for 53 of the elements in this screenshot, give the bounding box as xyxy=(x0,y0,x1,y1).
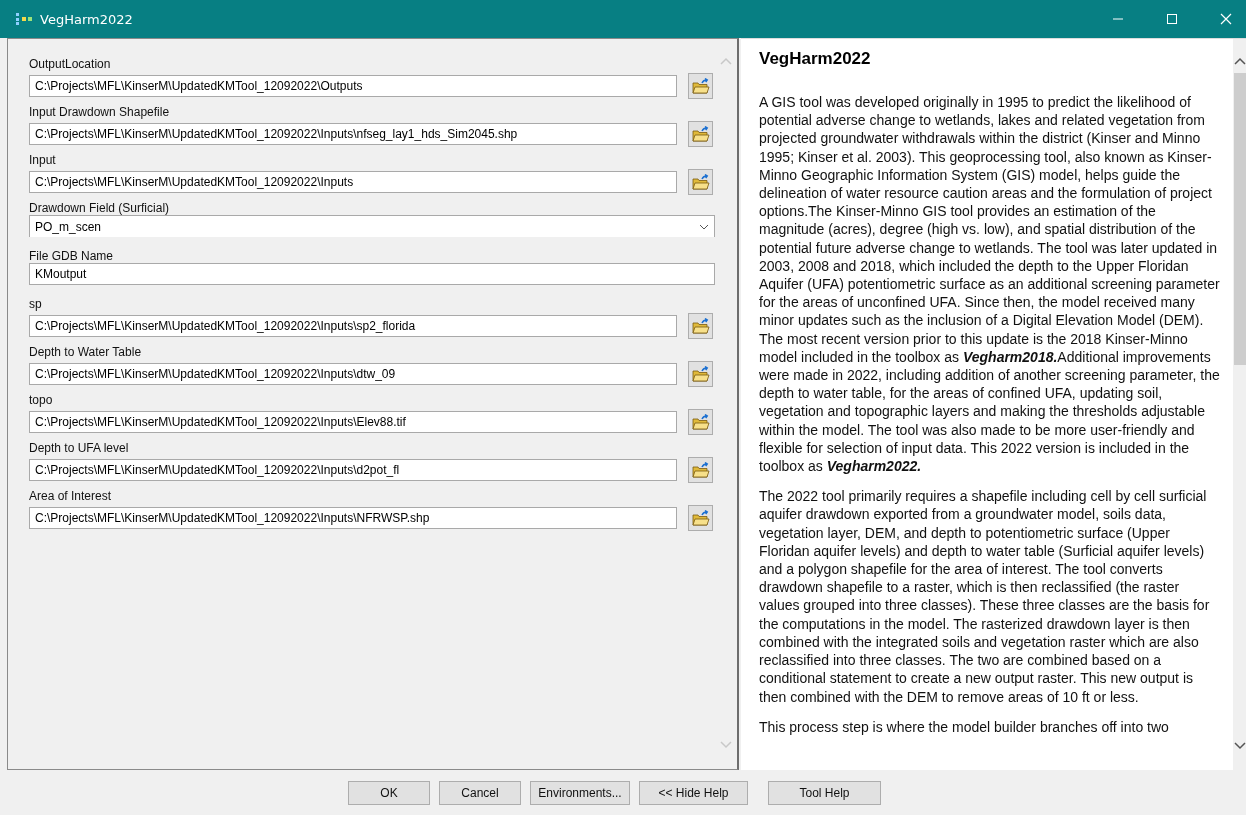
path-field[interactable]: C:\Projects\MFL\KinserM\UpdatedKMTool_12092022\Inputs\Elev88.tif xyxy=(29,411,677,433)
folder-icon xyxy=(691,126,710,142)
text-field[interactable]: KMoutput xyxy=(29,263,715,285)
parameter-label: sp xyxy=(29,296,43,313)
folder-icon xyxy=(691,174,710,190)
scroll-thumb[interactable] xyxy=(1234,73,1246,365)
parameter-label: Depth to UFA level xyxy=(29,440,130,457)
parameter-label: Drawdown Field (Surficial) xyxy=(29,200,171,215)
folder-icon xyxy=(691,366,710,382)
path-field[interactable]: C:\Projects\MFL\KinserM\UpdatedKMTool_12092022\Inputs\NFRWSP.shp xyxy=(29,507,677,529)
folder-icon xyxy=(691,414,710,430)
help-paragraph: The 2022 tool primarily requires a shapefile including cell by cell surficial aquifer drawdown exported from a groundwater model, soils data, vegetation layer, DEM, and depth to potentiometric surface (Upper Floridan aquifer levels) and depth to water table (Surficial aquifer levels) and a polygon shapefile for the area of interest. The tool converts drawdown shapefile to a raster, which is then reclassified (the raster values grouped into three classes). These three classes are the basis for the computations in the model. The rasterized drawdown layer is then combined with the integrated soils and vegetation raster which are also reclassified into three classes. The two are combined based on a conditional statement to create a new output raster. This new output is then combined with the DEM to remove areas of 10 ft or less. xyxy=(759,487,1211,706)
help-paragraph: This process step is where the model builder branches off into two xyxy=(759,717,1170,736)
dialog-button[interactable]: << Hide Help xyxy=(639,780,748,805)
maximize-icon[interactable] xyxy=(1166,13,1178,25)
close-icon[interactable] xyxy=(1220,13,1232,25)
dialog-button[interactable]: Environments... xyxy=(530,780,630,805)
path-field[interactable]: C:\Projects\MFL\KinserM\UpdatedKMTool_12092022\Inputs\d2pot_fl xyxy=(29,459,677,481)
tool-help-button[interactable]: Tool Help xyxy=(768,780,881,805)
parameter-label: OutputLocation xyxy=(29,56,112,73)
parameter-label: Area of Interest xyxy=(29,488,113,505)
path-field[interactable]: C:\Projects\MFL\KinserM\UpdatedKMTool_12092022\Inputs\sp2_florida xyxy=(29,315,677,337)
dialog-button[interactable]: Cancel xyxy=(439,780,521,805)
browse-button[interactable] xyxy=(688,313,713,339)
scroll-down-icon[interactable] xyxy=(1234,742,1246,750)
chevron-down-icon xyxy=(699,223,709,230)
folder-icon xyxy=(691,462,710,478)
parameter-label: topo xyxy=(29,392,54,409)
browse-button[interactable] xyxy=(688,457,713,483)
browse-button[interactable] xyxy=(688,121,713,147)
browse-button[interactable] xyxy=(688,73,713,99)
parameter-label: Depth to Water Table xyxy=(29,344,143,361)
path-field[interactable]: C:\Projects\MFL\KinserM\UpdatedKMTool_12092022\Inputs\dtw_09 xyxy=(29,363,677,385)
path-field[interactable]: C:\Projects\MFL\KinserM\UpdatedKMTool_12092022\Outputs xyxy=(29,75,677,97)
path-field[interactable]: C:\Projects\MFL\KinserM\UpdatedKMTool_12092022\Inputs\nfseg_lay1_hds_Sim2045.shp xyxy=(29,123,677,145)
browse-button[interactable] xyxy=(688,169,713,195)
browse-button[interactable] xyxy=(688,361,713,387)
help-title: VegHarm2022 xyxy=(759,49,872,69)
dropdown[interactable]: PO_m_scen xyxy=(29,215,715,237)
folder-icon xyxy=(691,510,710,526)
parameter-label: File GDB Name xyxy=(29,248,115,263)
path-field[interactable]: C:\Projects\MFL\KinserM\UpdatedKMTool_12092022\Inputs xyxy=(29,171,677,193)
parameter-label: Input xyxy=(29,152,57,169)
scroll-up-icon[interactable] xyxy=(1234,57,1246,65)
folder-icon xyxy=(691,318,710,334)
app-icon xyxy=(16,13,32,25)
browse-button[interactable] xyxy=(688,505,713,531)
window-title: VegHarm2022 xyxy=(40,11,133,27)
folder-icon xyxy=(691,78,710,94)
parameter-label: Input Drawdown Shapefile xyxy=(29,104,171,121)
dialog-button[interactable]: OK xyxy=(348,780,430,805)
browse-button[interactable] xyxy=(688,409,713,435)
help-paragraph: A GIS tool was developed originally in 1995 to predict the likelihood of potential adverse change to wetlands, lakes and related vegetation from projected groundwater withdrawals within the district (Kinser and Minno 1995; Kinser et al. 2003). This geoprocessing tool, also known as Kinser-Minno Geographic Information System (GIS) model, helps guide the delineation of water resource caution areas and the formulation of project options.The Kinser-Minno GIS tool provides an estimation of the magnitude (acres), degree (high vs. low), and spatial distribution of the potential future adverse change to wetlands. The tool was later updated in 2003, 2008 and 2018, which included the depth to the Upper Floridan Aquifer (UFA) potentiometric surface as an additional screening parameter for the areas of unconfined UFA. Since then, the model received many minor updates such as the inclusion of a Digital Elevation Model (DEM). The most recent version prior to this update is the 2018 Kinser-Minno model included in the toolbox as Vegharm2018.Additional improvements were made in 2022, including addition of another screening parameter, the depth to water table, for the areas of confined UFA, updating soil, vegetation and topographic layers and making the thresholds adjustable within the model. The tool was also made to be more user-friendly and flexible for selection of input data. This 2022 version is included in the toolbox as Vegharm2022. xyxy=(759,93,1221,476)
